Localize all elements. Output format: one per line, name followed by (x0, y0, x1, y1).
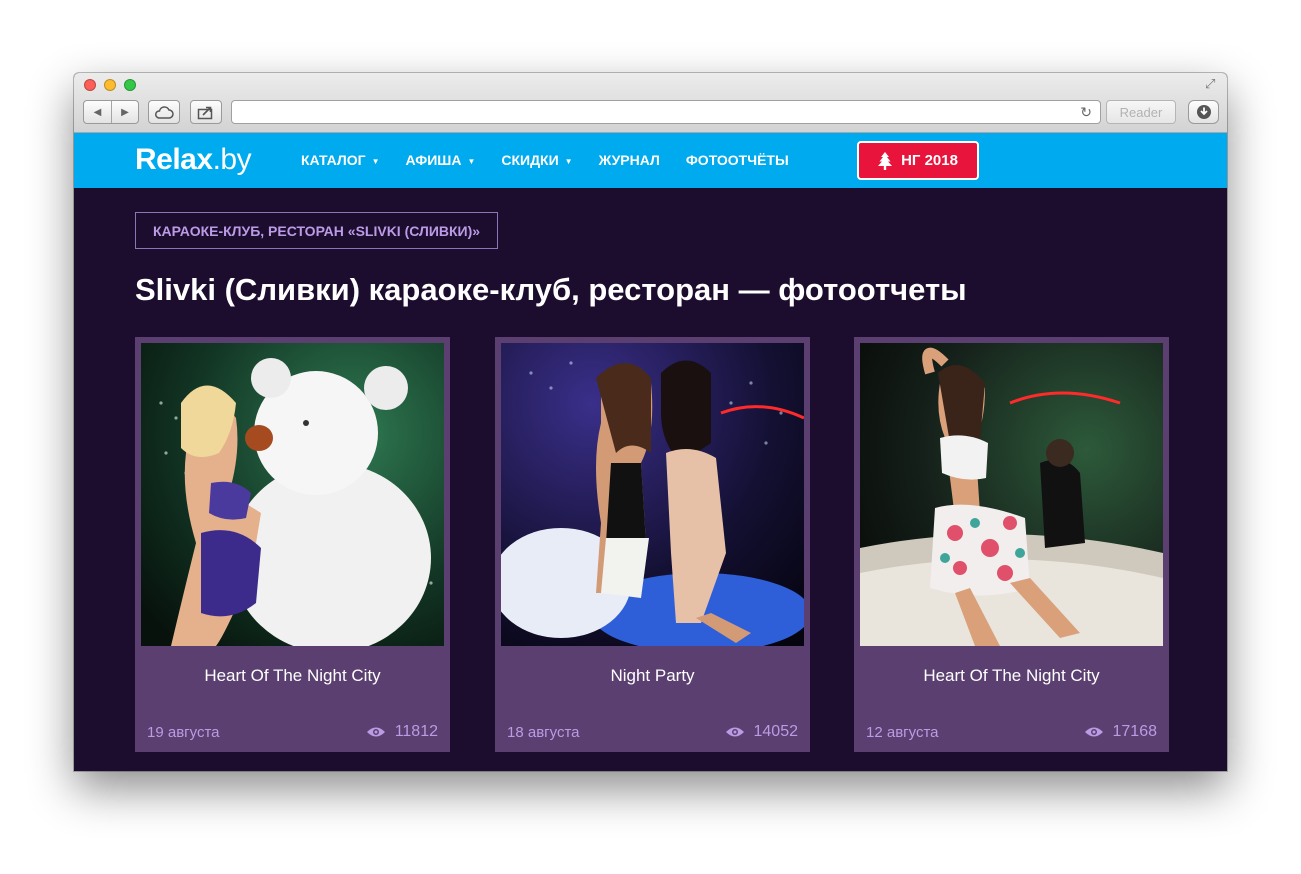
page-title: Slivki (Сливки) караоке-клуб, ресторан —… (135, 272, 967, 307)
main-menu: КАТАЛОГ ▼ АФИША ▼ СКИДКИ ▼ ЖУРНАЛ ФОТООТЧЁТ… (301, 152, 815, 168)
view-count: 17168 (1084, 723, 1158, 741)
photo-report-card[interactable]: Night Party 18 августа 14052 (495, 337, 810, 752)
photo-report-image[interactable] (860, 343, 1163, 646)
christmas-tree-icon (878, 151, 893, 170)
icloud-tabs-button[interactable] (148, 100, 180, 124)
view-count: 11812 (366, 723, 438, 741)
history-navigation: ◀ ▶ (83, 100, 139, 124)
caret-down-icon: ▼ (467, 156, 476, 166)
reader-button[interactable]: Reader (1106, 100, 1176, 124)
chevron-left-icon: ◀ (93, 106, 102, 118)
card-title[interactable]: Night Party (495, 666, 810, 686)
card-date: 19 августа (147, 724, 220, 741)
eye-icon (725, 726, 745, 738)
share-button[interactable] (190, 100, 222, 124)
menu-item-afisha[interactable]: АФИША ▼ (405, 152, 475, 168)
card-date: 18 августа (507, 724, 580, 741)
browser-window: ⤢ ◀ ▶ ↻ Reader Relax.by КАТАЛОГ ▼ АФИША ▼ (74, 73, 1227, 771)
menu-item-label: ФОТООТЧЁТЫ (685, 152, 789, 168)
photo-report-card[interactable]: Heart Of The Night City 12 августа 17168 (854, 337, 1169, 752)
browser-toolbar: ⤢ ◀ ▶ ↻ Reader (74, 73, 1227, 133)
view-count-value: 14052 (753, 723, 799, 740)
photo-report-card[interactable]: Heart Of The Night City 19 августа 11812 (135, 337, 450, 752)
menu-item-catalog[interactable]: КАТАЛОГ ▼ (301, 152, 379, 168)
caret-down-icon: ▼ (564, 156, 573, 166)
card-title[interactable]: Heart Of The Night City (135, 666, 450, 686)
download-icon (1196, 105, 1211, 119)
promo-label: НГ 2018 (901, 152, 958, 169)
minimize-window-button[interactable] (104, 79, 116, 91)
menu-item-label: ЖУРНАЛ (598, 152, 660, 168)
close-window-button[interactable] (84, 79, 96, 91)
back-button[interactable]: ◀ (84, 101, 111, 123)
address-bar[interactable]: ↻ (231, 100, 1101, 124)
caret-down-icon: ▼ (371, 156, 380, 166)
zoom-window-button[interactable] (124, 79, 136, 91)
view-count-value: 17168 (1112, 723, 1158, 740)
photo-report-image[interactable] (141, 343, 444, 646)
menu-item-label: СКИДКИ (501, 152, 559, 168)
eye-icon (1084, 726, 1104, 738)
venue-link[interactable]: КАРАОКЕ-КЛУБ, РЕСТОРАН «SLIVKI (СЛИВКИ)» (135, 212, 499, 249)
forward-button[interactable]: ▶ (110, 101, 138, 123)
menu-item-discounts[interactable]: СКИДКИ ▼ (501, 152, 572, 168)
menu-item-label: АФИША (405, 152, 462, 168)
cloud-icon (155, 106, 174, 119)
menu-item-label: КАТАЛОГ (301, 152, 366, 168)
photo-report-image[interactable] (501, 343, 804, 646)
site-header: Relax.by КАТАЛОГ ▼ АФИША ▼ СКИДКИ ▼ ЖУРНАЛ … (74, 133, 1227, 188)
reload-icon[interactable]: ↻ (1080, 104, 1092, 121)
view-count-value: 11812 (394, 723, 438, 740)
card-date: 12 августа (866, 724, 939, 741)
menu-item-journal[interactable]: ЖУРНАЛ (599, 152, 660, 168)
card-title[interactable]: Heart Of The Night City (854, 666, 1169, 686)
page-content: КАРАОКЕ-КЛУБ, РЕСТОРАН «SLIVKI (СЛИВКИ)»… (74, 188, 1227, 771)
view-count: 14052 (725, 723, 799, 741)
menu-item-photo-reports[interactable]: ФОТООТЧЁТЫ (686, 152, 789, 168)
downloads-button[interactable] (1188, 100, 1219, 124)
fullscreen-icon[interactable]: ⤢ (1205, 77, 1219, 91)
chevron-right-icon: ▶ (121, 106, 129, 118)
eye-icon (366, 726, 386, 738)
logo-main-text: Relax (135, 143, 213, 176)
site-logo[interactable]: Relax.by (135, 143, 252, 177)
logo-domain-text: .by (212, 143, 252, 176)
new-year-promo-button[interactable]: НГ 2018 (857, 141, 979, 180)
share-icon (197, 106, 213, 119)
